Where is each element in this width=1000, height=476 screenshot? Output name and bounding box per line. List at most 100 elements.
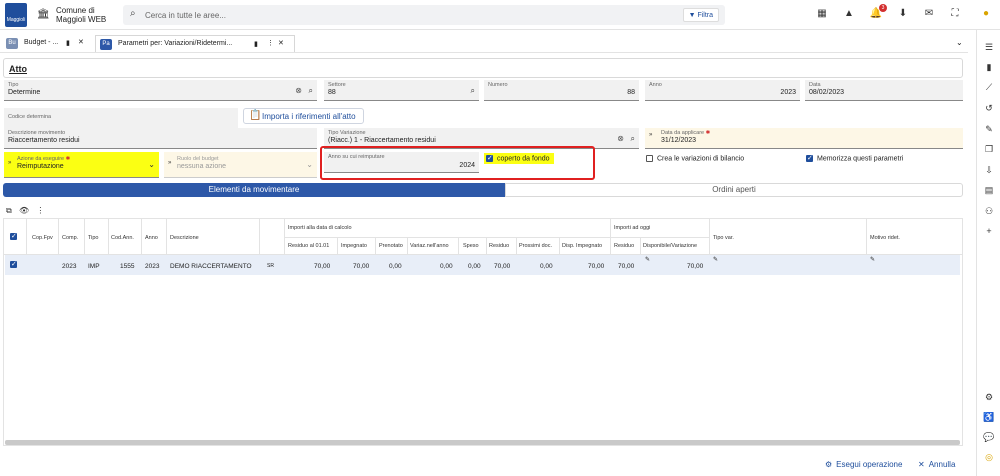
warning-icon[interactable]: ▲ [842,8,856,19]
search-icon: ⌕ [130,8,136,19]
header-prenotato[interactable]: Prenotato [379,243,403,249]
more-icon[interactable]: ⋮ [267,39,274,47]
ruolo-budget-select[interactable]: » Ruolo del budget nessuna azione ⌄ [164,152,317,178]
organization-name[interactable]: Comune di Maggioli WEB [56,6,106,24]
bookmark-icon[interactable]: ▮ [66,39,70,47]
eye-icon[interactable]: 👁 [19,206,29,215]
chevron-down-icon[interactable]: ⌄ [956,38,963,47]
document-icon[interactable]: ▤ [983,185,995,196]
plus-icon[interactable]: + [983,226,995,236]
header-cod-ann[interactable]: Cod.Ann. [111,235,134,241]
tab-ordini-aperti[interactable]: Ordini aperti [505,183,963,197]
tab-parametri[interactable]: Pa Parametri per: Variazioni/Ridetermi..… [95,35,295,52]
list-icon[interactable]: ☰ [983,42,995,53]
accessibility-icon[interactable]: ♿ [983,412,995,423]
tab-budget-icon: Bu [6,38,18,49]
close-icon[interactable]: ✕ [278,39,284,47]
search-input[interactable]: Cerca in tutte le aree... [145,11,226,20]
search-icon[interactable]: ⌕ [631,134,635,144]
tipo-field[interactable]: Tipo Determine ⊗ ⌕ [4,80,317,101]
checkbox-checked-icon[interactable] [10,260,17,268]
copy-icon[interactable]: ❐ [983,144,995,155]
close-icon[interactable]: ✕ [78,38,84,46]
cell-residuo-0101: 70,00 [314,263,331,270]
import-references-button[interactable]: 📋 Importa i riferimenti all'atto [243,108,364,124]
azione-select[interactable]: » Azione da eseguire ✱ Reimputazione ⌄ [4,152,159,178]
more-icon[interactable]: ⋮ [36,206,44,215]
edit-icon[interactable]: ✎ [870,256,875,263]
trend-icon[interactable]: ⟋ [983,82,995,93]
anno-label: Anno [649,82,662,88]
header-descrizione[interactable]: Descrizione [170,235,199,241]
download-icon[interactable]: ⬇ [896,8,910,19]
copy-icon[interactable]: ⧉ [6,206,12,215]
cell-prenotato: 0,00 [389,263,402,270]
header-residuo-0101[interactable]: Residuo al 01.01 [288,243,329,249]
search-icon[interactable]: ⌕ [309,86,313,96]
cancel-button[interactable]: ✕ Annulla [913,457,960,472]
data-applicare-field[interactable]: » Data da applicare ✱ 31/12/2023 [645,128,963,149]
search-icon[interactable]: ⌕ [471,86,475,96]
tab-elementi[interactable]: Elementi da movimentare [3,183,505,197]
section-title: Atto [9,64,27,74]
header-cop-fpv[interactable]: Cop.Fpv [32,235,53,241]
header-disp-impegnato[interactable]: Disp. Impegnato [562,243,602,249]
numero-field[interactable]: Numero 88 [484,80,639,101]
descrizione-movimento-field[interactable]: Descrizione movimento Riaccertamento res… [4,128,317,149]
header-speso[interactable]: Speso [463,243,479,249]
codice-determina-field[interactable]: Codice determina [4,108,238,129]
edit-icon[interactable]: ✎ [713,256,718,263]
fullscreen-icon[interactable]: ⛶ [948,8,962,19]
header-impegnato[interactable]: Impegnato [341,243,367,249]
cell-comp: 2023 [62,263,77,270]
dashboard-icon[interactable]: ▦ [815,8,829,19]
header-disponibile[interactable]: Disponibile/Variazione [643,243,697,249]
checkbox-checked-icon[interactable] [806,154,813,162]
crea-variazioni-checkbox[interactable]: Crea le variazioni di bilancio [646,155,744,162]
edit-icon[interactable]: ✎ [645,256,650,263]
settore-value: 88 [328,89,336,96]
filter-button[interactable]: ▼ Filtra [682,8,719,22]
clear-icon[interactable]: ⊗ [617,134,624,143]
header-tipo[interactable]: Tipo [88,235,99,241]
bookmark-icon[interactable]: ▮ [254,40,258,48]
settings-icon[interactable]: ⚙ [983,392,995,403]
help-icon[interactable]: ◎ [983,452,995,463]
header-anno[interactable]: Anno [145,235,158,241]
document-tabs: Bu Budget - ... ▮ ✕ Pa Parametri per: Va… [0,33,968,53]
select-all-checkbox[interactable] [10,232,17,240]
book-icon[interactable]: ▮ [983,62,995,73]
header-prossimi[interactable]: Prossimi doc. [519,243,552,249]
download-doc-icon[interactable]: ⇩ [983,165,995,176]
municipality-logo: Maggioli [5,3,27,27]
tab-budget[interactable]: Bu Budget - ... ▮ ✕ [2,35,92,52]
header-variaz[interactable]: Variaz.nell'anno [410,243,449,249]
memorizza-checkbox[interactable]: Memorizza questi parametri [806,154,903,162]
header-motivo[interactable]: Motivo ridet. [870,235,900,241]
tab-parametri-icon: Pa [100,39,112,50]
settore-field[interactable]: Settore 88 ⌕ [324,80,479,101]
header-comp[interactable]: Comp. [62,235,78,241]
data-field[interactable]: Data 08/02/2023 [805,80,963,101]
cell-anno: 2023 [145,263,160,270]
sr-icon[interactable]: SR [267,263,274,269]
header-residuo[interactable]: Residuo [489,243,509,249]
header-residuo-oggi[interactable]: Residuo [614,243,634,249]
clear-icon[interactable]: ⊗ [295,86,302,95]
group-icon[interactable]: ⚇ [983,206,995,217]
chat-icon[interactable]: 💬 [983,432,995,443]
anno-field[interactable]: Anno 2023 [645,80,800,101]
row-checkbox[interactable] [10,260,17,268]
building-icon: 🏛 [37,9,50,20]
execute-button[interactable]: ⚙ Esegui operazione [820,457,907,472]
horizontal-scrollbar[interactable] [5,440,960,445]
mail-icon[interactable]: ✉ [922,8,936,19]
checkbox-checked-icon[interactable] [10,232,17,240]
history-icon[interactable]: ↺ [983,103,995,114]
user-avatar-icon[interactable]: ● [979,8,993,19]
checkbox-unchecked-icon[interactable] [646,155,653,162]
tools-icon[interactable]: ✎ [983,124,995,135]
header-tipo-var[interactable]: Tipo var. [713,235,734,241]
cell-prossimi: 0,00 [540,263,553,270]
global-search[interactable]: ⌕ Cerca in tutte le aree... ▼ Filtra [123,5,725,25]
